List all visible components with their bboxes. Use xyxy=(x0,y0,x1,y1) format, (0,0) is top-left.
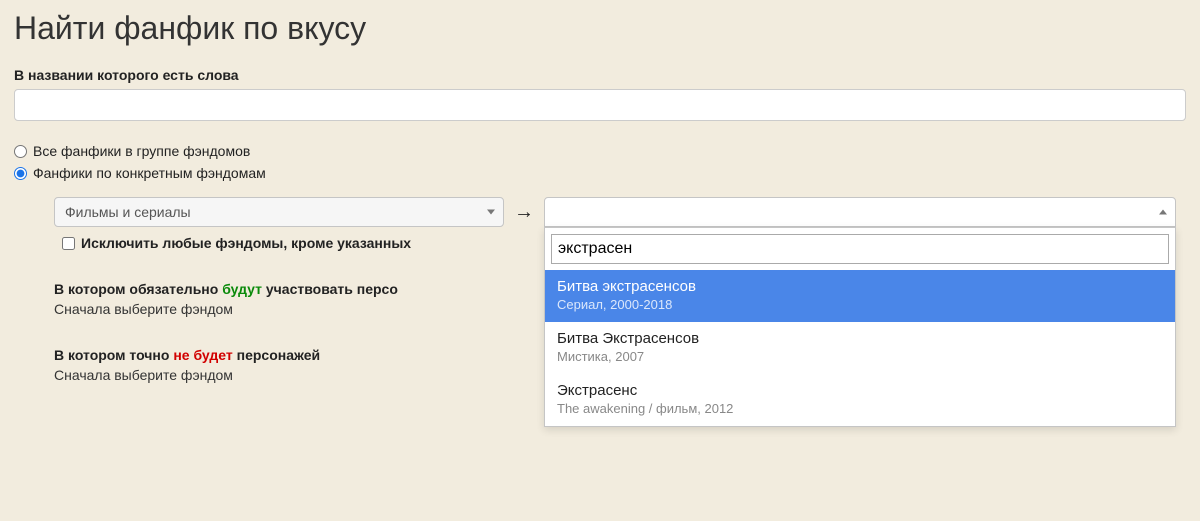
radio-all-fandoms[interactable] xyxy=(14,145,27,158)
fandom-option-title: Битва экстрасенсов xyxy=(557,278,1163,295)
page-title: Найти фанфик по вкусу xyxy=(14,10,1186,47)
arrow-right-icon: → xyxy=(514,197,534,227)
fandom-group-select-value: Фильмы и сериалы xyxy=(65,204,191,220)
fandom-search-input[interactable] xyxy=(551,234,1169,264)
exclude-emphasis: не будет xyxy=(173,347,232,363)
include-emphasis: будут xyxy=(222,281,262,297)
radio-specific-fandoms[interactable] xyxy=(14,167,27,180)
fandom-option[interactable]: Битва Экстрасенсов Мистика, 2007 xyxy=(545,322,1175,374)
title-contains-label: В названии которого есть слова xyxy=(14,67,1186,83)
radio-all-fandoms-label[interactable]: Все фанфики в группе фэндомов xyxy=(33,143,250,159)
fandom-option[interactable]: Экстрасенс The awakening / фильм, 2012 xyxy=(545,374,1175,426)
fandom-option[interactable]: Битва экстрасенсов Сериал, 2000-2018 xyxy=(545,270,1175,322)
fandom-option-sub: Сериал, 2000-2018 xyxy=(557,297,1163,312)
fandom-search-dropdown: Битва экстрасенсовСериал, 2000-2018Битва… xyxy=(544,227,1176,427)
exclude-other-fandoms-checkbox[interactable] xyxy=(62,237,75,250)
chevron-up-icon xyxy=(1159,210,1167,215)
fandom-option-title: Экстрасенс xyxy=(557,382,1163,399)
fandom-option-sub: Мистика, 2007 xyxy=(557,349,1163,364)
fandom-group-select[interactable]: Фильмы и сериалы xyxy=(54,197,504,227)
title-contains-input[interactable] xyxy=(14,89,1186,121)
fandom-option-sub: The awakening / фильм, 2012 xyxy=(557,401,1163,416)
fandom-option-title: Битва Экстрасенсов xyxy=(557,330,1163,347)
fandom-search-select[interactable] xyxy=(544,197,1176,227)
chevron-down-icon xyxy=(487,210,495,215)
exclude-other-fandoms-label[interactable]: Исключить любые фэндомы, кроме указанных xyxy=(81,235,411,251)
radio-specific-fandoms-label[interactable]: Фанфики по конкретным фэндомам xyxy=(33,165,266,181)
